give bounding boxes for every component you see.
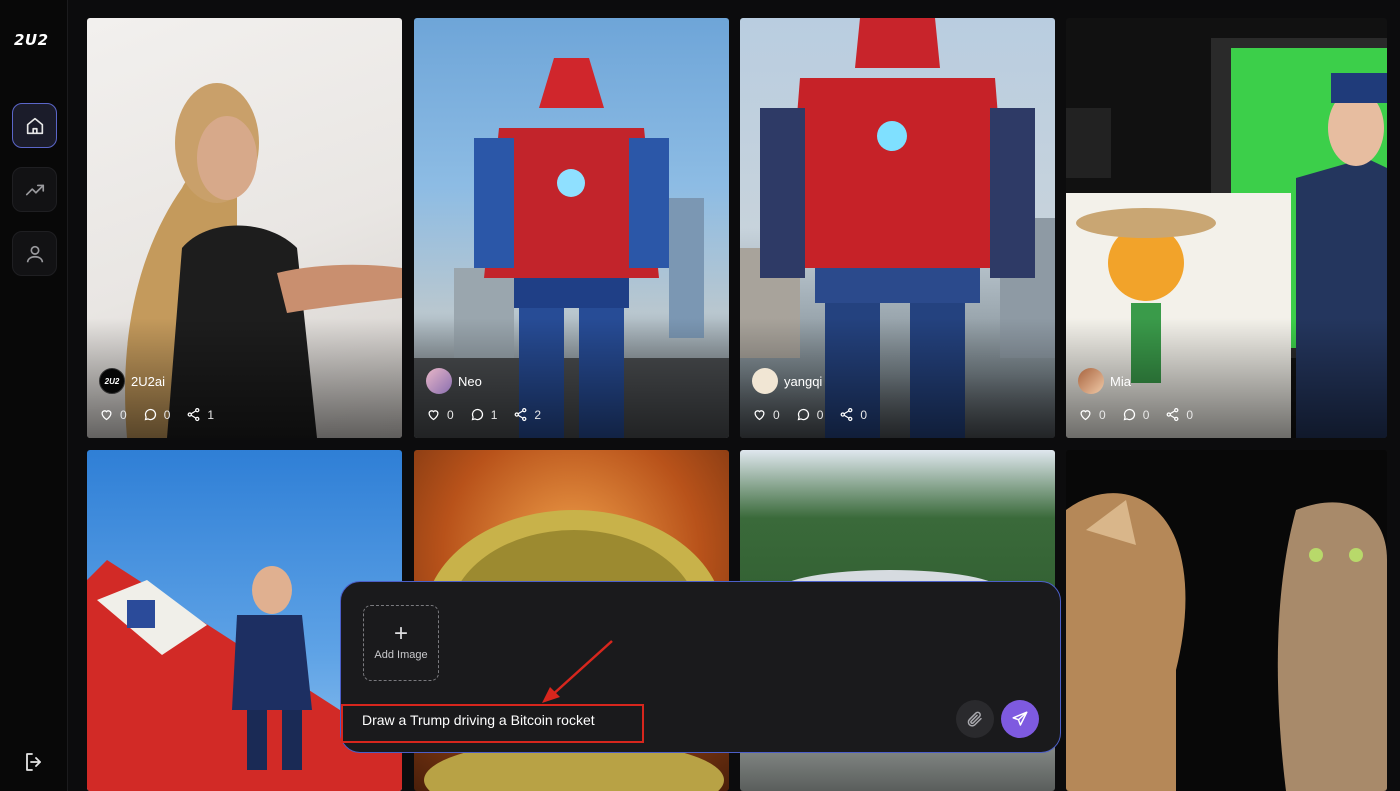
card-author[interactable]: 2U2 2U2ai bbox=[99, 368, 165, 394]
add-image-label: Add Image bbox=[374, 649, 428, 661]
prompt-input[interactable]: Draw a Trump driving a Bitcoin rocket bbox=[362, 712, 595, 728]
like-count: 0 bbox=[773, 407, 780, 422]
author-name: 2U2ai bbox=[131, 373, 165, 389]
user-icon bbox=[26, 245, 43, 262]
comment-button[interactable]: 0 bbox=[796, 407, 824, 422]
share-icon bbox=[1166, 407, 1179, 422]
author-name: Neo bbox=[458, 373, 482, 389]
card-stats: 0 0 0 bbox=[1078, 407, 1193, 422]
share-count: 0 bbox=[860, 407, 868, 422]
author-name: Mia bbox=[1110, 373, 1131, 389]
share-button[interactable]: 2 bbox=[513, 407, 541, 422]
like-button[interactable]: 0 bbox=[752, 407, 780, 422]
comment-count: 0 bbox=[1142, 407, 1150, 422]
heart-icon bbox=[101, 410, 112, 421]
sidebar-item-trending[interactable] bbox=[12, 167, 57, 212]
avatar bbox=[752, 368, 778, 394]
comment-button[interactable]: 0 bbox=[1122, 407, 1150, 422]
paperclip-icon bbox=[967, 711, 982, 727]
feed-card[interactable] bbox=[1066, 450, 1387, 791]
feed-card[interactable]: Mia 0 0 0 bbox=[1066, 18, 1387, 438]
like-count: 0 bbox=[120, 407, 127, 422]
like-count: 0 bbox=[1099, 407, 1106, 422]
share-button[interactable]: 1 bbox=[186, 407, 214, 422]
share-count: 0 bbox=[1186, 407, 1194, 422]
feed-card[interactable]: Neo 0 1 2 bbox=[414, 18, 729, 438]
card-image bbox=[1066, 450, 1387, 791]
annotation-arrow-icon bbox=[542, 640, 613, 703]
comment-icon bbox=[144, 408, 156, 421]
heart-icon bbox=[1080, 410, 1091, 421]
comment-icon bbox=[471, 408, 483, 421]
trending-icon bbox=[25, 184, 44, 195]
prompt-composer: + Add Image Draw a Trump driving a Bitco… bbox=[340, 581, 1061, 753]
share-button[interactable]: 0 bbox=[1165, 407, 1193, 422]
comment-button[interactable]: 1 bbox=[470, 407, 498, 422]
send-button[interactable] bbox=[1001, 700, 1039, 738]
attach-button[interactable] bbox=[956, 700, 994, 738]
share-count: 2 bbox=[534, 407, 542, 422]
like-count: 0 bbox=[447, 407, 454, 422]
comment-count: 0 bbox=[816, 407, 824, 422]
card-author[interactable]: Neo bbox=[426, 368, 482, 394]
heart-icon bbox=[428, 410, 439, 421]
author-name: yangqi bbox=[784, 373, 823, 389]
like-button[interactable]: 0 bbox=[99, 407, 127, 422]
share-icon bbox=[514, 407, 527, 422]
comment-count: 1 bbox=[490, 407, 498, 422]
sidebar-item-home[interactable] bbox=[12, 103, 57, 148]
plus-icon: + bbox=[393, 620, 408, 647]
avatar bbox=[1078, 368, 1104, 394]
card-stats: 0 0 0 bbox=[752, 407, 867, 422]
feed-card[interactable]: yangqi 0 0 0 bbox=[740, 18, 1055, 438]
card-author[interactable]: Mia bbox=[1078, 368, 1131, 394]
card-stats: 0 0 1 bbox=[99, 407, 214, 422]
comment-button[interactable]: 0 bbox=[143, 407, 171, 422]
like-button[interactable]: 0 bbox=[426, 407, 454, 422]
share-button[interactable]: 0 bbox=[839, 407, 867, 422]
sidebar-item-profile[interactable] bbox=[12, 231, 57, 276]
share-icon bbox=[840, 407, 853, 422]
app-logo[interactable]: 2U2 bbox=[14, 31, 49, 49]
home-icon bbox=[26, 117, 43, 134]
comment-icon bbox=[797, 408, 809, 421]
share-count: 1 bbox=[207, 407, 215, 422]
card-author[interactable]: yangqi bbox=[752, 368, 822, 394]
like-button[interactable]: 0 bbox=[1078, 407, 1106, 422]
add-image-button[interactable]: + Add Image bbox=[363, 605, 439, 681]
avatar bbox=[426, 368, 452, 394]
sidebar: 2U2 bbox=[0, 0, 68, 791]
comment-icon bbox=[1123, 408, 1135, 421]
avatar: 2U2 bbox=[99, 368, 125, 394]
comment-count: 0 bbox=[163, 407, 171, 422]
logout-icon[interactable] bbox=[22, 750, 46, 774]
heart-icon bbox=[754, 410, 765, 421]
share-icon bbox=[187, 407, 200, 422]
card-stats: 0 1 2 bbox=[426, 407, 541, 422]
feed-card[interactable]: 2U2 2U2ai 0 0 1 bbox=[87, 18, 402, 438]
send-icon bbox=[1012, 711, 1028, 726]
